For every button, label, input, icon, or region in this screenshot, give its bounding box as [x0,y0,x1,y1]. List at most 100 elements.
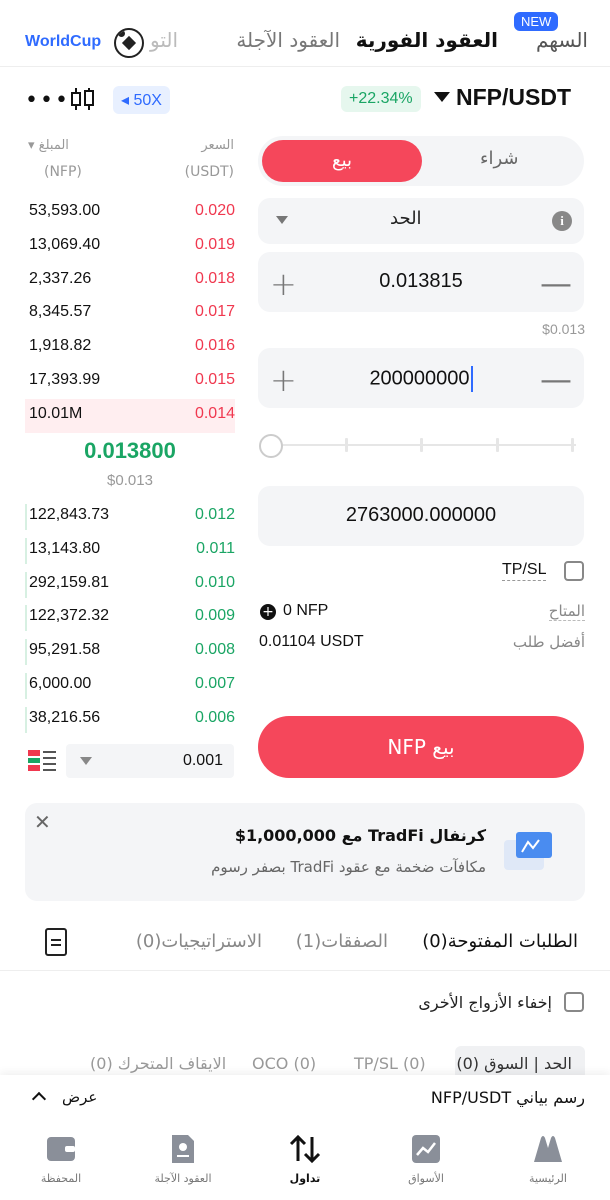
text-cursor [470,366,473,392]
hide-other-pairs-checkbox[interactable] [564,992,584,1012]
worldcup-banner[interactable]: WorldCup [25,33,101,51]
slider-tick[interactable] [345,438,348,452]
available-label: المتاح [548,602,585,621]
slider-tick[interactable] [496,438,499,452]
ask-amount: 1,918.82 [29,337,92,355]
decrease-amount-button[interactable]: — [540,360,572,398]
ask-row[interactable]: 10.01M 0.014 [25,398,235,433]
bid-row[interactable]: 292,159.81 0.010 [25,568,235,602]
ask-price: 0.016 [194,337,235,355]
tab-spot[interactable]: العقود الفورية [356,28,498,52]
divider [0,970,610,971]
nav-markets-label: الأسواق [408,1172,444,1185]
nav-markets[interactable]: الأسواق [386,1132,466,1185]
bid-list: 122,843.73 0.012 13,143.80 0.011 292,159.8… [25,500,235,737]
ask-row[interactable]: 53,593.00 0.020 [25,196,235,230]
bid-row[interactable]: 122,843.73 0.012 [25,500,235,534]
divider [0,66,610,67]
markets-chart-icon [386,1132,466,1166]
pair-dropdown-icon[interactable] [434,92,450,102]
nav-wallet[interactable]: المحفظة [21,1132,101,1185]
tab-stocks[interactable]: السهم [536,28,588,52]
soccer-ball-icon[interactable] [114,28,144,58]
sell-button[interactable]: بيع NFP [258,716,584,778]
buy-tab[interactable]: شراء [480,148,518,169]
ask-amount: 53,593.00 [29,202,101,219]
nav-trade-label: تداول [289,1172,321,1185]
new-badge: NEW [514,12,559,31]
tab-strategies[interactable]: الاستراتيجيات(0) [136,931,262,952]
last-price[interactable]: 0.013800 [25,438,235,464]
price-input[interactable]: + 0.013815 — [258,252,584,312]
bid-amount: 38,216.56 [29,708,101,726]
ask-row[interactable]: 13,069.40 0.019 [25,230,235,264]
ask-price: 0.015 [194,370,235,388]
ask-amount: 8,345.57 [29,303,92,321]
orderbook-layout-icon[interactable] [26,748,58,774]
tpsl-checkbox[interactable] [564,561,584,581]
decrease-price-button[interactable]: — [540,264,572,302]
bid-price: 0.007 [194,674,235,692]
chart-show-label[interactable]: عرض [62,1088,97,1106]
amount-input[interactable]: + 200000000 — [258,348,584,408]
ask-price: 0.017 [194,303,235,321]
tab-futures[interactable]: العقود الآجلة [236,28,340,52]
sell-tab[interactable]: بيع [262,140,422,182]
bid-price: 0.009 [194,607,235,625]
nav-trade[interactable]: تداول [265,1132,345,1185]
bid-row[interactable]: 122,372.32 0.009 [25,601,235,635]
tab-trades[interactable]: الصفقات(1) [296,931,388,952]
ask-price: 0.020 [194,202,235,219]
info-icon[interactable]: i [552,211,572,231]
hide-other-pairs-label[interactable]: إخفاء الأزواج الأخرى [418,993,552,1012]
order-history-icon[interactable] [45,928,67,956]
best-bid-label: أفضل طلب [512,633,585,651]
ask-row[interactable]: 2,337.26 0.018 [25,264,235,298]
add-funds-icon[interactable]: + [260,604,276,620]
bid-row[interactable]: 13,143.80 0.011 [25,534,235,568]
filter-tpsl[interactable]: TP/SL (0) [354,1054,426,1073]
amount-column-label: المبلغ [38,138,69,153]
more-options-icon[interactable]: ••• [25,88,70,113]
slider-tick[interactable] [420,438,423,452]
nav-home-label: الرئيسية [529,1172,567,1185]
filter-oco[interactable]: OCO (0) [252,1054,316,1073]
ask-row[interactable]: 8,345.57 0.017 [25,297,235,331]
amount-column-header[interactable]: ▾ المبلغ [28,138,69,153]
amount-slider-handle[interactable] [259,434,283,458]
tpsl-label[interactable]: TP/SL [502,561,547,581]
ask-row[interactable]: 1,918.82 0.016 [25,331,235,365]
bid-row[interactable]: 6,000.00 0.007 [25,669,235,703]
chevron-down-icon [276,216,288,224]
amount-value-wrap: 200000000 [258,366,584,392]
wallet-icon [21,1132,101,1166]
bid-row[interactable]: 38,216.56 0.006 [25,703,235,737]
ask-price: 0.014 [194,404,235,422]
slider-tick[interactable] [571,438,574,452]
bid-price: 0.012 [194,506,235,523]
tab-more[interactable]: التو [150,28,178,52]
price-usd-equivalent: $0.013 [542,321,585,337]
filter-limit-market[interactable]: الحد | السوق (0) [456,1054,572,1073]
leverage-value: 50X [133,92,162,109]
ask-list: 53,593.00 0.020 13,069.40 0.019 2,337.26 0.… [25,196,235,433]
trade-arrows-icon [265,1132,345,1166]
amount-slider-track[interactable] [270,444,576,446]
nav-home[interactable]: الرئيسية [508,1132,588,1185]
home-logo-icon [508,1132,588,1166]
candlestick-chart-icon[interactable] [68,86,98,112]
leverage-badge[interactable]: ◂ 50X [113,86,170,114]
bid-amount: 13,143.80 [29,539,101,557]
filter-trailing-stop[interactable]: الايقاف المتحرك (0) [90,1054,226,1073]
nav-futures[interactable]: العقود الآجلة [143,1132,223,1185]
pair-title[interactable]: NFP/USDT [456,84,571,111]
price-value: 0.013815 [379,270,463,292]
bid-row[interactable]: 95,291.58 0.008 [25,635,235,669]
tab-open-orders[interactable]: الطلبات المفتوحة(0) [422,931,578,952]
ask-price: 0.019 [194,235,235,253]
total-input[interactable]: 2763000.000000 [258,486,584,546]
ask-row[interactable]: 17,393.99 0.015 [25,365,235,399]
promo-title: كرنفال TradFi مع 1,000,000$ [234,826,486,845]
bid-amount: 292,159.81 [29,573,110,591]
close-icon[interactable]: ✕ [34,810,51,834]
